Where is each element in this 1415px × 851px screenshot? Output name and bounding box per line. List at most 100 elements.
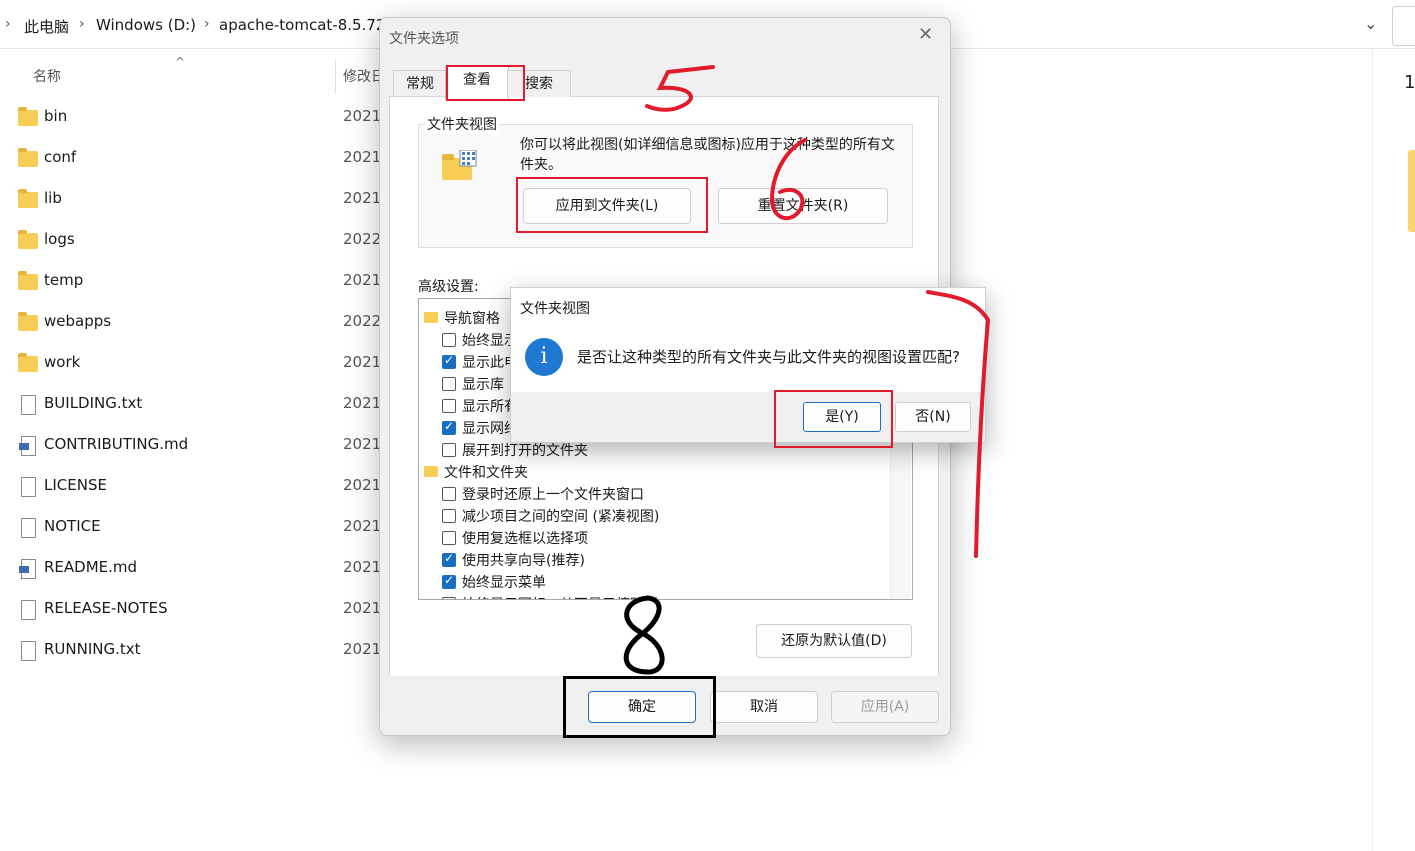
- file-icon: [21, 641, 36, 661]
- file-name: lib: [44, 189, 62, 207]
- folder-view-confirm-dialog: 文件夹视图 i 是否让这种类型的所有文件夹与此文件夹的视图设置匹配? 是(Y) …: [510, 287, 986, 443]
- file-name: CONTRIBUTING.md: [44, 435, 189, 453]
- confirm-message: 是否让这种类型的所有文件夹与此文件夹的视图设置匹配?: [577, 348, 960, 366]
- file-icon: [21, 518, 36, 538]
- markdown-file-icon: [19, 436, 36, 456]
- file-row[interactable]: temp 2021: [18, 271, 382, 295]
- setting-label: 文件和文件夹: [444, 465, 528, 481]
- dialog-title: 文件夹选项: [389, 31, 459, 47]
- setting-label: 始终显示菜单: [462, 575, 546, 591]
- file-modified-date: 2021: [343, 517, 382, 535]
- cancel-button[interactable]: 取消: [710, 691, 818, 723]
- folder-icon: [18, 189, 38, 208]
- annotation-box-apply-button: [516, 177, 708, 233]
- checkbox-unchecked[interactable]: [442, 597, 456, 599]
- file-modified-date: 2021: [343, 435, 382, 453]
- file-row[interactable]: NOTICE 2021: [18, 517, 382, 541]
- folder-view-description: 你可以将此视图(如详细信息或图标)应用于这种类型的所有文件夹。: [520, 137, 895, 173]
- breadcrumb-folder[interactable]: apache-tomcat-8.5.72: [219, 16, 385, 34]
- checkbox-checked[interactable]: [442, 419, 456, 435]
- reset-folders-button[interactable]: 重置文件夹(R): [718, 188, 888, 224]
- chevron-down-icon[interactable]: ⌄: [1364, 14, 1377, 33]
- checkbox-unchecked[interactable]: [442, 487, 456, 501]
- folder-icon: [18, 353, 38, 372]
- file-modified-date: 2022: [343, 312, 382, 330]
- file-row[interactable]: lib 2021: [18, 189, 382, 213]
- apply-button: 应用(A): [831, 691, 939, 723]
- file-icon: [21, 395, 36, 415]
- chevron-right-icon: ›: [204, 16, 210, 32]
- file-row[interactable]: bin 2021: [18, 107, 382, 131]
- advanced-settings-label: 高级设置:: [418, 279, 479, 295]
- file-modified-date: 2021: [343, 189, 382, 207]
- checkbox-unchecked[interactable]: [442, 333, 456, 347]
- file-name: conf: [44, 148, 77, 166]
- checkbox-unchecked[interactable]: [442, 443, 456, 457]
- file-name: webapps: [44, 312, 112, 330]
- file-name: NOTICE: [44, 517, 101, 535]
- file-modified-date: 2021: [343, 107, 382, 125]
- file-modified-date: 2021: [343, 148, 382, 166]
- sort-up-icon: ^: [175, 55, 186, 69]
- checkbox-unchecked[interactable]: [442, 531, 456, 545]
- file-row[interactable]: logs 2022: [18, 230, 382, 254]
- file-row[interactable]: work 2021: [18, 353, 381, 377]
- folder-view-icon: [442, 150, 477, 180]
- preview-folder-icon: [1408, 150, 1415, 232]
- annotation-box-yes-button: [774, 390, 893, 448]
- file-modified-date: 2021: [343, 558, 382, 576]
- checkbox-checked[interactable]: [442, 551, 456, 567]
- file-modified-date: 2022: [343, 230, 382, 248]
- setting-label: 减少项目之间的空间 (紧凑视图): [462, 509, 660, 525]
- chevron-right-icon: ›: [79, 16, 85, 32]
- chevron-right-icon: ›: [5, 16, 11, 32]
- close-icon[interactable]: ✕: [918, 24, 933, 45]
- file-name: LICENSE: [44, 476, 107, 494]
- breadcrumb-drive[interactable]: Windows (D:): [96, 16, 196, 34]
- info-icon: i: [525, 338, 563, 376]
- setting-label: 显示库: [462, 377, 504, 393]
- checkbox-unchecked[interactable]: [442, 377, 456, 391]
- file-row[interactable]: webapps 2022: [18, 312, 382, 336]
- file-name: bin: [44, 107, 68, 125]
- setting-label: 导航窗格: [444, 311, 500, 327]
- folder-icon: [424, 466, 438, 477]
- file-row[interactable]: BUILDING.txt 2021: [18, 394, 382, 418]
- setting-label: 展开到打开的文件夹: [462, 443, 588, 459]
- file-row[interactable]: LICENSE 2021: [18, 476, 382, 500]
- file-icon: [21, 600, 36, 620]
- no-button[interactable]: 否(N): [895, 402, 971, 432]
- search-box[interactable]: [1392, 6, 1415, 46]
- folder-icon: [18, 230, 38, 249]
- restore-defaults-button[interactable]: 还原为默认值(D): [756, 624, 912, 658]
- file-modified-date: 2021: [343, 476, 382, 494]
- file-row[interactable]: RELEASE-NOTES 2021: [18, 599, 381, 623]
- file-row[interactable]: conf 2021: [18, 148, 382, 172]
- folder-icon: [18, 148, 38, 167]
- folder-icon: [18, 271, 38, 290]
- column-divider[interactable]: [335, 60, 336, 94]
- file-name: BUILDING.txt: [44, 394, 143, 412]
- checkbox-unchecked[interactable]: [442, 509, 456, 523]
- breadcrumb-this-pc[interactable]: 此电脑: [24, 16, 69, 37]
- checkbox-unchecked[interactable]: [442, 399, 456, 413]
- setting-label: 使用复选框以选择项: [462, 531, 588, 547]
- checkbox-checked[interactable]: [442, 573, 456, 589]
- file-row[interactable]: README.md 2021: [18, 558, 382, 582]
- annotation-box-ok-button: [563, 676, 716, 738]
- file-modified-date: 2021: [343, 640, 382, 658]
- file-row[interactable]: CONTRIBUTING.md 2021: [18, 435, 382, 459]
- checkbox-checked[interactable]: [442, 353, 456, 369]
- folder-icon: [424, 312, 438, 323]
- file-icon: [21, 477, 36, 497]
- setting-label: 登录时还原上一个文件夹窗口: [462, 487, 644, 503]
- file-modified-date: 2021: [343, 271, 382, 289]
- column-header-name[interactable]: 名称: [33, 66, 61, 86]
- file-row[interactable]: RUNNING.txt 2021: [18, 640, 382, 664]
- tab-general[interactable]: 常规: [393, 70, 447, 97]
- confirm-dialog-title: 文件夹视图: [520, 301, 590, 317]
- file-modified-date: 2021: [343, 394, 382, 412]
- file-name: README.md: [44, 558, 138, 576]
- pane-divider: [1372, 48, 1373, 851]
- file-name: RUNNING.txt: [44, 640, 141, 658]
